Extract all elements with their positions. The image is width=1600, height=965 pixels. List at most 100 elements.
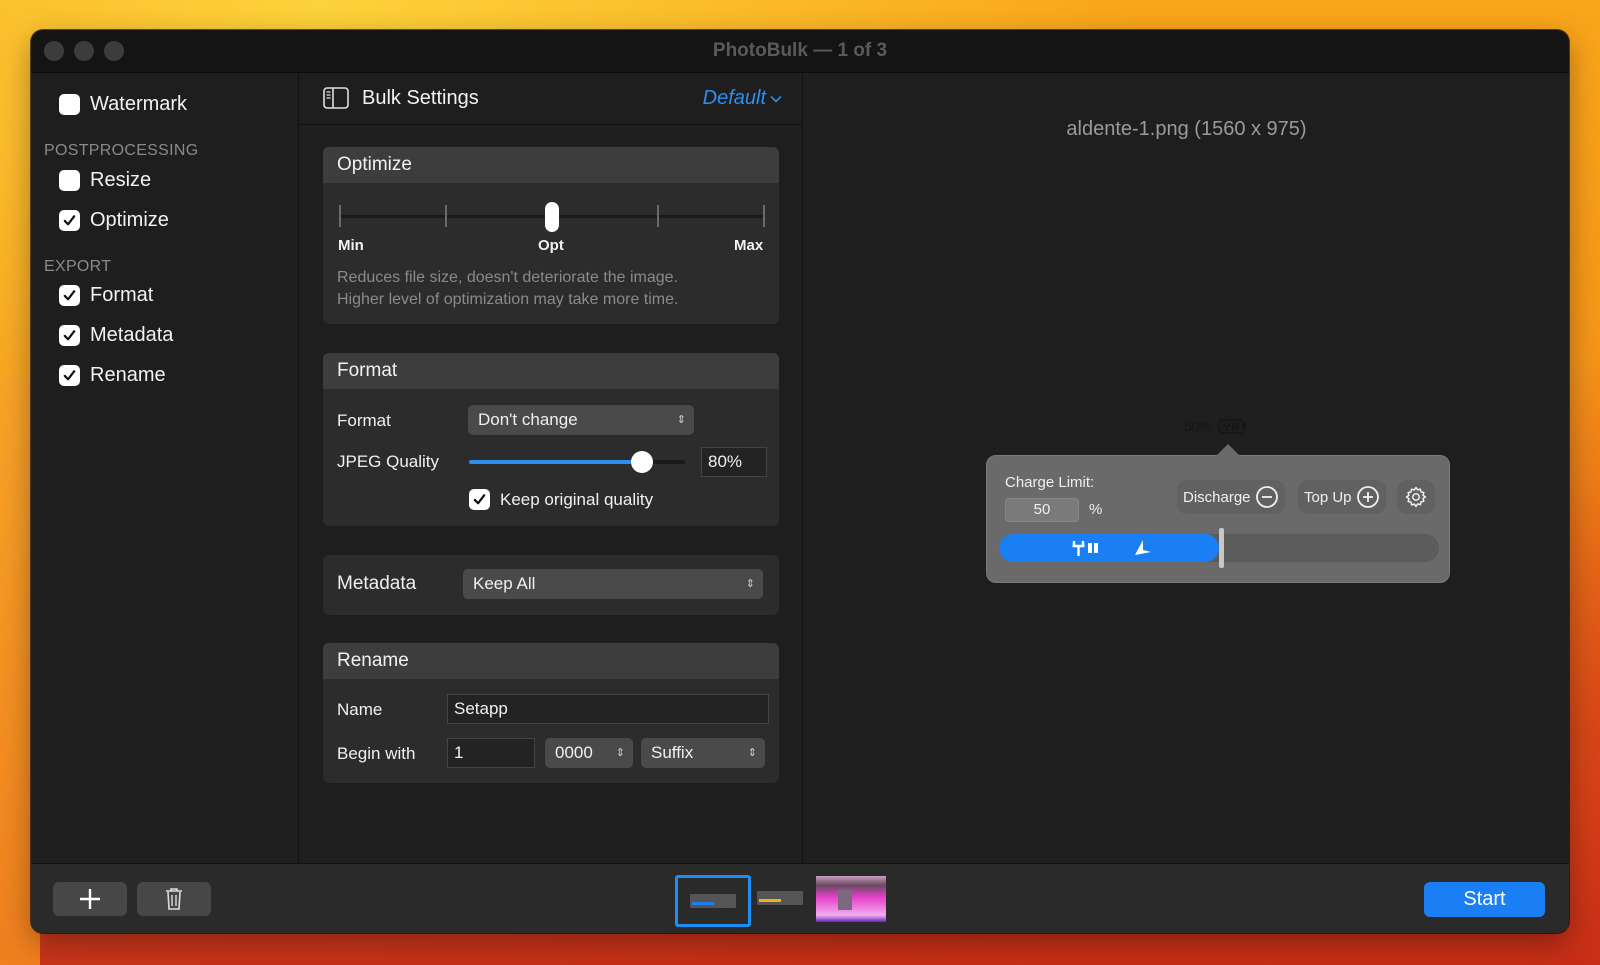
gear-icon xyxy=(1405,486,1427,508)
rename-card-title: Rename xyxy=(323,643,779,679)
thumbnail-image xyxy=(838,890,852,910)
section-header-postprocessing: POSTPROCESSING xyxy=(44,142,199,159)
settings-title: Bulk Settings xyxy=(362,87,479,109)
plug-pause-icon xyxy=(1072,541,1098,556)
charge-limit-popover: Charge Limit: 50 % Discharge Top Up xyxy=(986,444,1450,583)
updown-arrows-icon: ⇕ xyxy=(745,578,755,590)
checkmark-icon xyxy=(63,215,76,226)
preset-dropdown[interactable]: Default xyxy=(703,87,782,110)
keep-original-quality-label: Keep original quality xyxy=(500,489,654,509)
battery-plug-icon xyxy=(1218,418,1247,434)
discharge-button[interactable]: Discharge xyxy=(1177,480,1285,514)
trash-icon xyxy=(166,888,182,910)
jpeg-quality-input[interactable]: 80% xyxy=(701,447,767,477)
thumbnail-1[interactable] xyxy=(675,875,751,927)
charge-limit-label: Charge Limit: xyxy=(1005,474,1095,491)
preset-label: Default xyxy=(702,87,766,109)
sidebar-item-format[interactable]: Format xyxy=(59,284,153,307)
optimize-opt-label: Opt xyxy=(538,237,564,254)
thumbnail-3[interactable] xyxy=(816,876,886,922)
optimize-slider-thumb[interactable] xyxy=(545,202,559,232)
format-card-title: Format xyxy=(323,353,779,389)
position-select-value: Suffix xyxy=(651,743,694,762)
charge-limit-bar-fill xyxy=(999,534,1219,562)
optimize-max-label: Max xyxy=(734,237,764,254)
top-up-label: Top Up xyxy=(1304,488,1352,506)
sailing-icon xyxy=(1135,540,1151,555)
position-select[interactable]: Suffix ⇕ xyxy=(641,738,765,768)
plus-circle-icon xyxy=(1356,486,1379,508)
start-button[interactable]: Start xyxy=(1424,882,1545,917)
rename-checkbox[interactable] xyxy=(59,365,80,386)
chevron-down-icon xyxy=(770,95,782,103)
charge-limit-input[interactable]: 50 xyxy=(1005,498,1079,522)
bulk-settings-panel: Bulk Settings Default Optimize Min Opt M… xyxy=(299,73,803,863)
sidebar-item-label: Optimize xyxy=(90,209,169,231)
settings-button[interactable] xyxy=(1397,480,1435,514)
begin-with-input[interactable]: 1 xyxy=(447,738,535,768)
updown-arrows-icon: ⇕ xyxy=(747,747,757,759)
sidebar-item-label: Metadata xyxy=(90,324,174,346)
optimize-tick xyxy=(763,205,765,227)
delete-images-button[interactable] xyxy=(137,882,211,916)
watermark-checkbox[interactable] xyxy=(59,94,80,115)
rename-card: Rename Name Setapp Begin with 1 0000 ⇕ S… xyxy=(323,643,779,783)
thumbnail-image xyxy=(759,899,781,902)
format-select-value: Don't change xyxy=(478,410,578,429)
discharge-label: Discharge xyxy=(1183,488,1251,506)
optimize-tick xyxy=(339,205,341,227)
checkmark-icon xyxy=(473,494,486,505)
begin-with-label: Begin with xyxy=(337,744,416,763)
keep-original-quality-option[interactable]: Keep original quality xyxy=(469,489,653,510)
name-input[interactable]: Setapp xyxy=(447,694,769,724)
minus-circle-icon xyxy=(1255,486,1278,508)
plus-icon xyxy=(80,889,100,909)
sidebar: Watermark POSTPROCESSING Resize Optimize… xyxy=(31,73,299,863)
format-select[interactable]: Don't change ⇕ xyxy=(468,405,694,435)
optimize-checkbox[interactable] xyxy=(59,210,80,231)
jpeg-quality-label: JPEG Quality xyxy=(337,452,440,471)
settings-header: Bulk Settings Default xyxy=(299,73,802,125)
sidebar-item-watermark[interactable]: Watermark xyxy=(59,93,187,116)
optimize-tick xyxy=(445,205,447,227)
resize-checkbox[interactable] xyxy=(59,170,80,191)
metadata-select-value: Keep All xyxy=(473,574,536,593)
top-up-button[interactable]: Top Up xyxy=(1298,480,1386,514)
sidebar-item-rename[interactable]: Rename xyxy=(59,364,166,387)
metadata-label: Metadata xyxy=(337,573,417,594)
digits-select-value: 0000 xyxy=(555,743,593,762)
sidebar-item-label: Resize xyxy=(90,169,152,191)
digits-select[interactable]: 0000 ⇕ xyxy=(545,738,633,768)
metadata-checkbox[interactable] xyxy=(59,325,80,346)
thumbnail-image xyxy=(690,894,736,908)
add-images-button[interactable] xyxy=(53,882,127,916)
format-checkbox[interactable] xyxy=(59,285,80,306)
format-label: Format xyxy=(337,411,391,430)
popover-arrow xyxy=(1216,444,1240,456)
thumbnail-2[interactable] xyxy=(757,891,803,905)
window-title: PhotoBulk — 1 of 3 xyxy=(712,40,888,61)
updown-arrows-icon: ⇕ xyxy=(676,414,686,426)
sidebar-item-label: Rename xyxy=(90,364,166,386)
sidebar-item-resize[interactable]: Resize xyxy=(59,169,151,192)
jpeg-quality-slider[interactable] xyxy=(469,451,685,473)
format-card: Format Format Don't change ⇕ JPEG Qualit… xyxy=(323,353,779,526)
checkmark-icon xyxy=(63,330,76,341)
sidebar-item-optimize[interactable]: Optimize xyxy=(59,209,169,232)
keep-original-quality-checkbox[interactable] xyxy=(469,489,490,510)
description-line: Higher level of optimization may take mo… xyxy=(337,291,679,308)
sidebar-toggle-icon[interactable] xyxy=(323,87,349,109)
charge-limit-handle[interactable] xyxy=(1219,528,1224,568)
checkmark-icon xyxy=(63,370,76,381)
sidebar-item-metadata[interactable]: Metadata xyxy=(59,324,173,347)
bottom-toolbar: Start xyxy=(31,863,1569,933)
preview-panel: aldente-1.png (1560 x 975) 50% Charge Li… xyxy=(804,73,1569,863)
metadata-select[interactable]: Keep All ⇕ xyxy=(463,569,763,599)
percent-sign: % xyxy=(1089,501,1103,518)
name-label: Name xyxy=(337,700,383,719)
title-bar: PhotoBulk — 1 of 3 xyxy=(31,30,1569,73)
preview-menubar-item: 50% xyxy=(1184,418,1248,434)
jpeg-quality-slider-thumb[interactable] xyxy=(630,451,653,473)
charge-limit-bar[interactable] xyxy=(999,528,1439,568)
optimize-card-title: Optimize xyxy=(323,147,779,183)
